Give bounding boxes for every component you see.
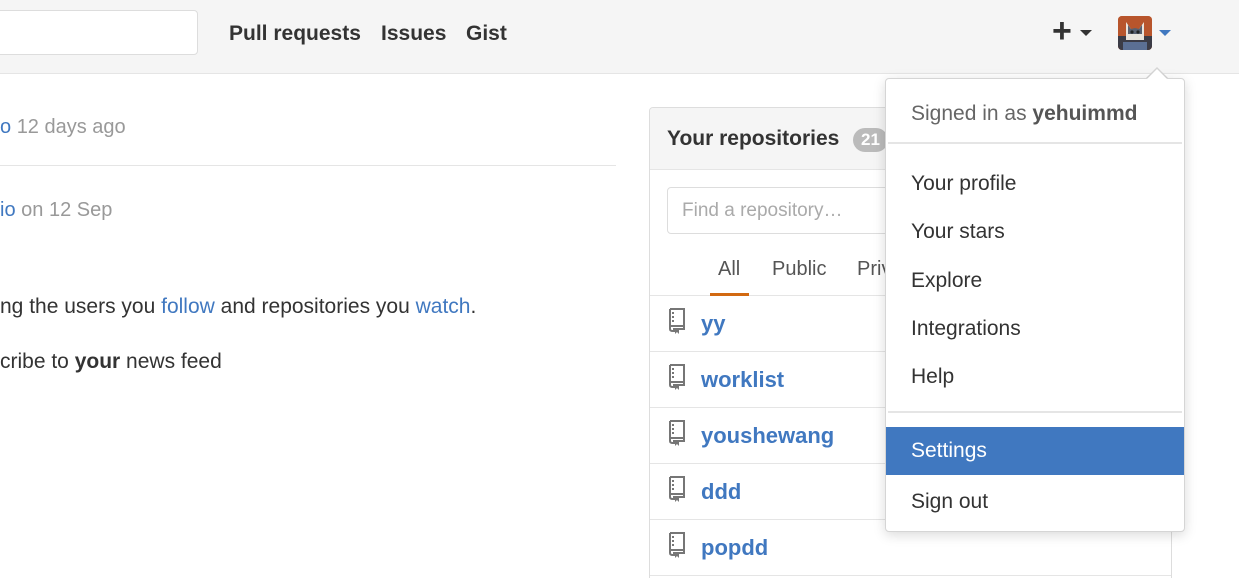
menu-item-your-profile[interactable]: Your profile (886, 160, 1184, 208)
repo-link[interactable]: worklist (701, 366, 784, 394)
tab-public[interactable]: Public (772, 256, 826, 282)
repo-icon (669, 532, 685, 558)
feed-event: o 12 days ago (0, 114, 126, 140)
tab-all[interactable]: All (718, 256, 740, 282)
info-text: ng the users you (0, 295, 162, 318)
watch-link[interactable]: watch (416, 295, 471, 318)
subscribe-bold: your (74, 350, 121, 373)
user-menu-button[interactable] (1118, 16, 1174, 50)
feed-event: io on 12 Sep (0, 197, 112, 223)
menu-item-integrations[interactable]: Integrations (886, 305, 1184, 353)
feed-divider (0, 165, 616, 166)
repo-link[interactable]: yy (701, 310, 725, 338)
nav-pull-requests[interactable]: Pull requests (229, 20, 361, 48)
repo-link[interactable]: ddd (701, 478, 741, 506)
follow-link[interactable]: follow (161, 295, 215, 318)
info-text: and repositories you (214, 295, 416, 318)
feed-event-link[interactable]: o (0, 116, 11, 138)
dropdown-divider (888, 411, 1182, 413)
repo-icon (669, 420, 685, 446)
repo-icon (669, 308, 685, 334)
nav-issues[interactable]: Issues (381, 20, 446, 48)
site-header: Pull requests Issues Gist + (0, 0, 1239, 74)
chevron-down-icon (1080, 30, 1092, 36)
repo-link[interactable]: youshewang (701, 422, 834, 450)
feed-info-text: ng the users you follow and repositories… (0, 293, 476, 321)
signed-in-username: yehuimmd (1032, 102, 1138, 125)
user-dropdown-menu: Signed in as yehuimmd Your profile Your … (885, 78, 1185, 532)
repo-icon (669, 364, 685, 390)
subscribe-post: news feed (120, 350, 222, 373)
chevron-down-icon (1159, 30, 1171, 36)
dropdown-arrow-fill (1147, 69, 1167, 79)
avatar (1118, 16, 1152, 50)
menu-item-explore[interactable]: Explore (886, 257, 1184, 305)
new-menu-button[interactable]: + (1052, 12, 1096, 50)
subscribe-pre: cribe to (0, 350, 75, 373)
feed-event-time: 12 days ago (16, 116, 126, 138)
menu-item-your-stars[interactable]: Your stars (886, 208, 1184, 256)
nav-gist[interactable]: Gist (466, 20, 507, 48)
menu-item-settings[interactable]: Settings (886, 427, 1184, 475)
feed-event-link[interactable]: io (0, 199, 16, 221)
subscribe-text: cribe to your news feed (0, 348, 222, 376)
dropdown-divider (888, 142, 1182, 144)
repositories-title: Your repositories (667, 127, 840, 150)
feed-event-time: on 12 Sep (21, 199, 113, 221)
menu-item-sign-out[interactable]: Sign out (886, 478, 1184, 526)
signed-in-header: Signed in as yehuimmd (911, 100, 1137, 128)
repo-link[interactable]: popdd (701, 534, 768, 562)
repo-icon (669, 476, 685, 502)
plus-icon: + (1052, 12, 1072, 50)
signed-in-label: Signed in as (911, 102, 1033, 125)
repositories-count-badge: 21 (853, 128, 888, 152)
search-input[interactable] (0, 10, 198, 55)
menu-item-help[interactable]: Help (886, 353, 1184, 401)
info-text: . (470, 295, 477, 318)
